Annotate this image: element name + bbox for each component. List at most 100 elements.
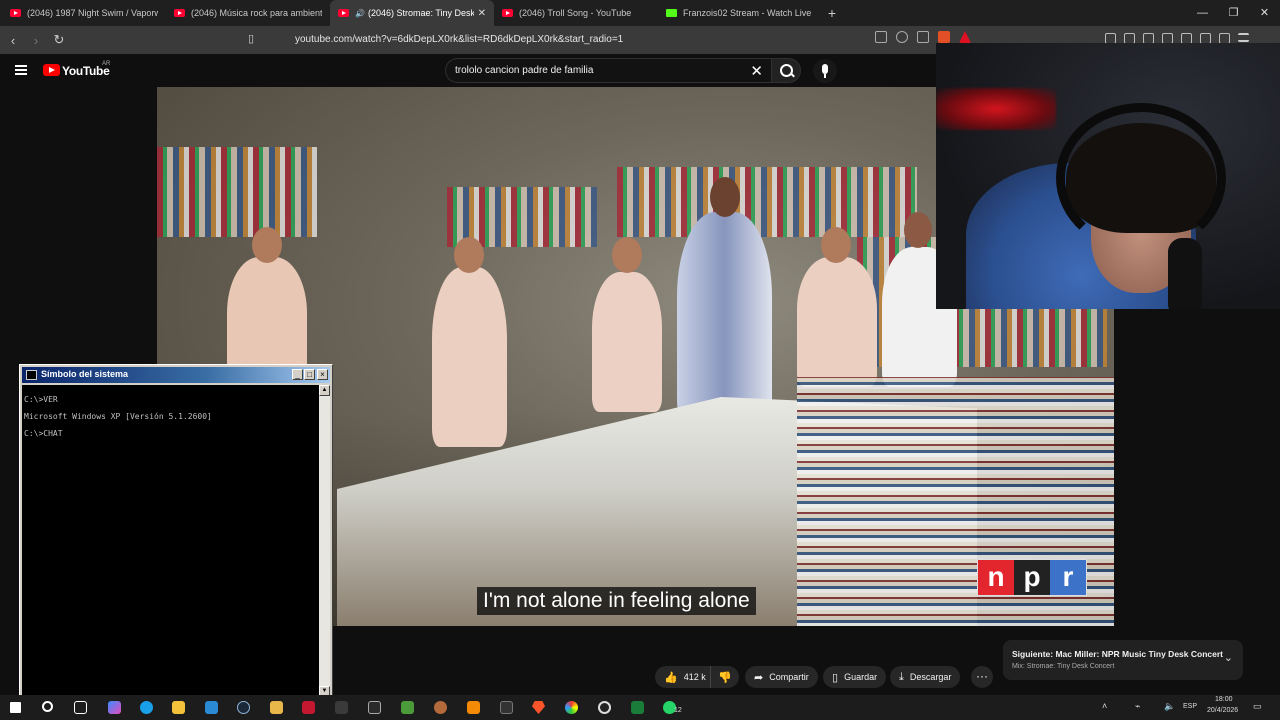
- browser-tab-active[interactable]: 🔊 (2046) Stromae: Tiny Desk Co ✕: [330, 0, 494, 26]
- tab-title: Franzois02 Stream - Watch Live on K: [683, 8, 814, 18]
- download-label: Descargar: [909, 672, 952, 682]
- clock-date[interactable]: 20/4/2026: [1207, 707, 1238, 714]
- app-icon[interactable]: [565, 701, 578, 714]
- new-tab-button[interactable]: +: [822, 5, 842, 21]
- vscode-icon[interactable]: [205, 701, 218, 714]
- singer: [677, 212, 772, 422]
- start-icon[interactable]: [10, 702, 21, 713]
- app-icon[interactable]: [302, 701, 315, 714]
- save-label: Guardar: [844, 672, 878, 682]
- browser-tab[interactable]: Franzois02 Stream - Watch Live on K: [658, 0, 822, 26]
- tray-chevron-icon[interactable]: ˄: [1102, 701, 1107, 711]
- task-view-icon[interactable]: [74, 701, 87, 714]
- more-actions-button[interactable]: ···: [971, 666, 993, 688]
- edge-icon[interactable]: [140, 701, 153, 714]
- console-line: Microsoft Windows XP [Versión 5.1.2600]: [24, 412, 212, 421]
- microphone-icon: [1168, 238, 1202, 309]
- next-up-card[interactable]: Siguiente: Mac Miller: NPR Music Tiny De…: [1003, 640, 1243, 680]
- save-button[interactable]: ▯ Guardar: [823, 666, 887, 688]
- maximize-icon[interactable]: □: [304, 369, 315, 380]
- minimize-icon[interactable]: _: [292, 369, 303, 380]
- back-icon[interactable]: ‹: [3, 33, 23, 48]
- reload-icon[interactable]: ↻: [49, 32, 69, 48]
- browser-tab-strip: (2046) 1987 Night Swim / Vaporwave (2046…: [0, 0, 1280, 26]
- search-box[interactable]: trololo cancion padre de familia ✕: [445, 58, 771, 83]
- youtube-header: YouTube AR trololo cancion padre de fami…: [0, 54, 936, 87]
- npr-letter: p: [1014, 560, 1050, 595]
- musician-head: [454, 237, 484, 273]
- browser-tab[interactable]: (2046) 1987 Night Swim / Vaporwave: [2, 0, 166, 26]
- notifications-icon[interactable]: ▭: [1253, 701, 1262, 712]
- share-icon[interactable]: [917, 31, 929, 43]
- window-title: Símbolo del sistema: [41, 369, 129, 379]
- minecraft-icon[interactable]: [401, 701, 414, 714]
- tab-title: (2046) Stromae: Tiny Desk Co: [367, 8, 474, 18]
- chevron-down-icon[interactable]: ⌄: [1224, 651, 1233, 664]
- browser-tab[interactable]: (2046) Troll Song - YouTube: [494, 0, 658, 26]
- forward-icon[interactable]: ›: [26, 33, 46, 48]
- file-explorer-icon[interactable]: [172, 701, 185, 714]
- cmd-icon: [26, 370, 37, 380]
- youtube-logo-icon[interactable]: [43, 64, 60, 76]
- network-icon[interactable]: ⌁: [1135, 701, 1140, 712]
- search-icon[interactable]: [771, 58, 801, 83]
- scroll-up-icon[interactable]: ▲: [319, 385, 330, 396]
- zoom-icon[interactable]: [896, 31, 908, 43]
- dislike-button[interactable]: 👎: [711, 671, 739, 684]
- close-window-icon[interactable]: ✕: [1249, 0, 1280, 26]
- app-icon[interactable]: [631, 701, 644, 714]
- obs-icon[interactable]: [598, 701, 611, 714]
- app-icon[interactable]: [335, 701, 348, 714]
- address-bar-actions: [875, 31, 971, 43]
- brave-icon[interactable]: [532, 701, 545, 714]
- minimize-icon[interactable]: —: [1187, 0, 1218, 26]
- brave-shield-icon[interactable]: [938, 31, 950, 43]
- copilot-icon[interactable]: [108, 701, 121, 714]
- app-icon[interactable]: [500, 701, 513, 714]
- cast-icon[interactable]: [875, 31, 887, 43]
- volume-icon[interactable]: 🔈: [1164, 701, 1175, 712]
- bookmark-icon[interactable]: ▯: [248, 32, 254, 45]
- musician: [432, 267, 507, 447]
- close-tab-icon[interactable]: ✕: [478, 8, 486, 19]
- brave-rewards-icon[interactable]: [959, 31, 971, 43]
- like-button[interactable]: 👍 412 k: [655, 666, 711, 688]
- steam-icon[interactable]: [237, 701, 250, 714]
- speaker-icon[interactable]: 🔊: [355, 9, 365, 18]
- record-shelf: [617, 167, 917, 237]
- window-titlebar[interactable]: Símbolo del sistema _ □ ×: [22, 367, 330, 383]
- app-icon[interactable]: [434, 701, 447, 714]
- close-icon[interactable]: ×: [317, 369, 328, 380]
- screen: (2046) 1987 Night Swim / Vaporwave (2046…: [0, 0, 1280, 720]
- search-input[interactable]: trololo cancion padre de familia: [455, 65, 593, 76]
- clear-search-icon[interactable]: ✕: [750, 62, 763, 80]
- folder-icon[interactable]: [270, 701, 283, 714]
- youtube-favicon-icon: [10, 9, 21, 17]
- vertical-scrollbar[interactable]: ▲ ▼: [319, 385, 330, 697]
- musician-head: [821, 227, 851, 263]
- console-output[interactable]: C:\>VER Microsoft Windows XP [Versión 5.…: [22, 385, 319, 697]
- share-arrow-icon: ➦: [754, 671, 764, 684]
- microphone-icon[interactable]: [813, 59, 837, 83]
- browser-tab[interactable]: (2046) Música rock para ambientes d: [166, 0, 330, 26]
- app-icon[interactable]: [467, 701, 480, 714]
- search-icon[interactable]: [42, 701, 53, 712]
- musician-head: [904, 212, 932, 248]
- next-up-title: Siguiente: Mac Miller: NPR Music Tiny De…: [1012, 649, 1223, 659]
- share-button[interactable]: ➦ Compartir: [745, 666, 818, 688]
- next-up-mix: Mix: Stromae: Tiny Desk Concert: [1012, 663, 1115, 670]
- youtube-favicon-icon: [338, 9, 349, 17]
- maximize-icon[interactable]: ❐: [1218, 0, 1249, 26]
- epic-games-icon[interactable]: [368, 701, 381, 714]
- share-label: Compartir: [769, 672, 809, 682]
- download-button[interactable]: ⤓ Descargar: [890, 666, 961, 688]
- windows-taskbar: 12 ˄ ⌁ 🔈 ESP 18:00 20/4/2026 ▭: [0, 695, 1280, 720]
- browser-menu-icon[interactable]: [1238, 33, 1249, 42]
- country-code: AR: [102, 61, 111, 67]
- window-controls: — ❐ ✕: [1187, 0, 1280, 26]
- kick-favicon-icon: [666, 9, 677, 17]
- clock-time[interactable]: 18:00: [1215, 696, 1233, 703]
- language-indicator[interactable]: ESP: [1183, 703, 1197, 710]
- command-prompt-window[interactable]: Símbolo del sistema _ □ × C:\>VER Micros…: [19, 364, 333, 700]
- hamburger-menu-icon[interactable]: [15, 65, 27, 75]
